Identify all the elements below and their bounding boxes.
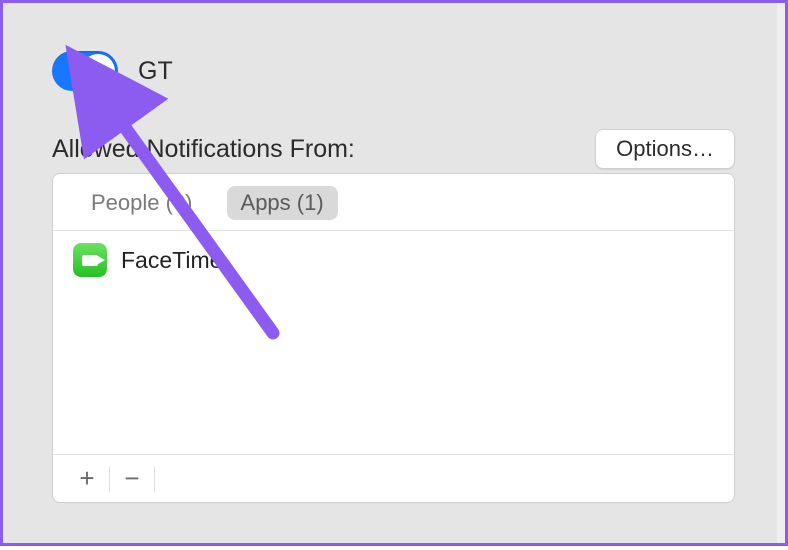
tab-people[interactable]: People (0) [77, 186, 207, 220]
options-button-label: Options… [616, 136, 714, 162]
focus-enable-toggle[interactable] [52, 51, 118, 91]
tab-apps[interactable]: Apps (1) [227, 186, 338, 220]
allowed-section-title: Allowed Notifications From: [52, 135, 355, 164]
remove-button[interactable]: − [110, 462, 154, 496]
focus-mode-name: GT [138, 57, 173, 86]
panel-footer: + − [53, 454, 734, 502]
plus-icon: + [79, 463, 94, 494]
facetime-icon [73, 243, 107, 277]
divider [154, 466, 155, 492]
options-button[interactable]: Options… [595, 129, 735, 169]
allowed-panel: People (0) Apps (1) FaceTime + − [52, 173, 735, 503]
scrollbar-track[interactable] [777, 3, 785, 543]
tab-apps-label: Apps (1) [241, 190, 324, 215]
list-item[interactable]: FaceTime [53, 231, 734, 289]
apps-list: FaceTime [53, 231, 734, 454]
add-button[interactable]: + [65, 462, 109, 496]
allowed-section-header: Allowed Notifications From: Options… [52, 129, 735, 169]
tab-people-label: People (0) [91, 190, 193, 215]
toggle-knob [81, 54, 115, 88]
app-name-label: FaceTime [121, 247, 222, 274]
preferences-pane: GT Allowed Notifications From: Options… … [0, 0, 788, 546]
focus-toggle-row: GT [52, 51, 173, 91]
minus-icon: − [124, 463, 139, 494]
tabs-row: People (0) Apps (1) [53, 174, 734, 231]
